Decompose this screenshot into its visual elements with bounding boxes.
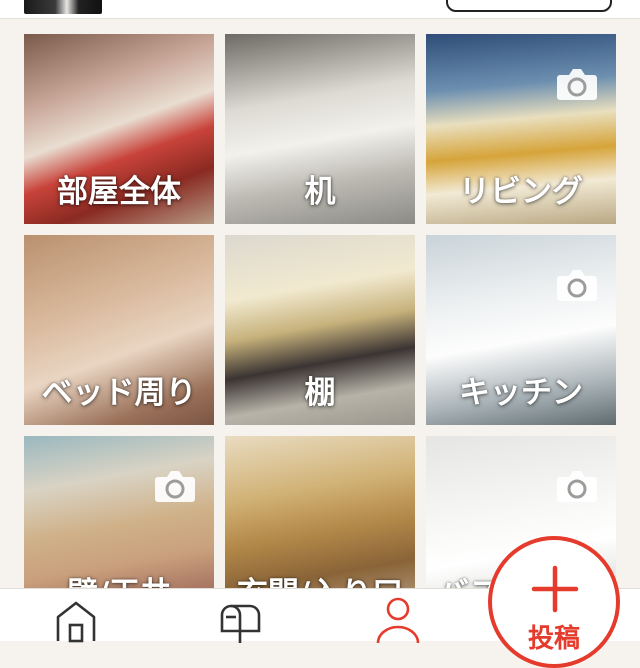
category-tile[interactable]: ベッド周り	[24, 235, 214, 425]
category-label: 部屋全体	[57, 174, 181, 210]
nav-mypage[interactable]	[370, 595, 430, 644]
home-icon	[56, 601, 96, 643]
category-tile[interactable]: キッチン	[426, 235, 616, 425]
nav-home[interactable]	[48, 595, 108, 643]
user-icon	[376, 597, 420, 644]
category-tile[interactable]: 部屋全体	[24, 34, 214, 224]
category-label: リビング	[459, 174, 583, 210]
top-bar	[0, 0, 640, 19]
camera-icon	[557, 471, 597, 502]
category-label: 棚	[304, 375, 336, 411]
avatar[interactable]	[24, 0, 102, 14]
camera-icon	[155, 471, 195, 502]
plus-icon	[531, 565, 579, 613]
category-tile[interactable]: 棚	[225, 235, 415, 425]
category-tile[interactable]: 机	[225, 34, 415, 224]
category-tile[interactable]: リビング	[426, 34, 616, 224]
category-label: ベッド周り	[41, 375, 197, 411]
top-action-button[interactable]	[446, 0, 612, 12]
category-label: 机	[304, 174, 336, 210]
camera-icon	[557, 69, 597, 100]
category-label: キッチン	[459, 375, 583, 411]
nav-mail[interactable]	[212, 595, 272, 643]
post-label: 投稿	[527, 624, 580, 654]
camera-icon	[557, 270, 597, 301]
mailbox-icon	[220, 604, 261, 643]
post-button[interactable]: 投稿	[488, 536, 620, 668]
